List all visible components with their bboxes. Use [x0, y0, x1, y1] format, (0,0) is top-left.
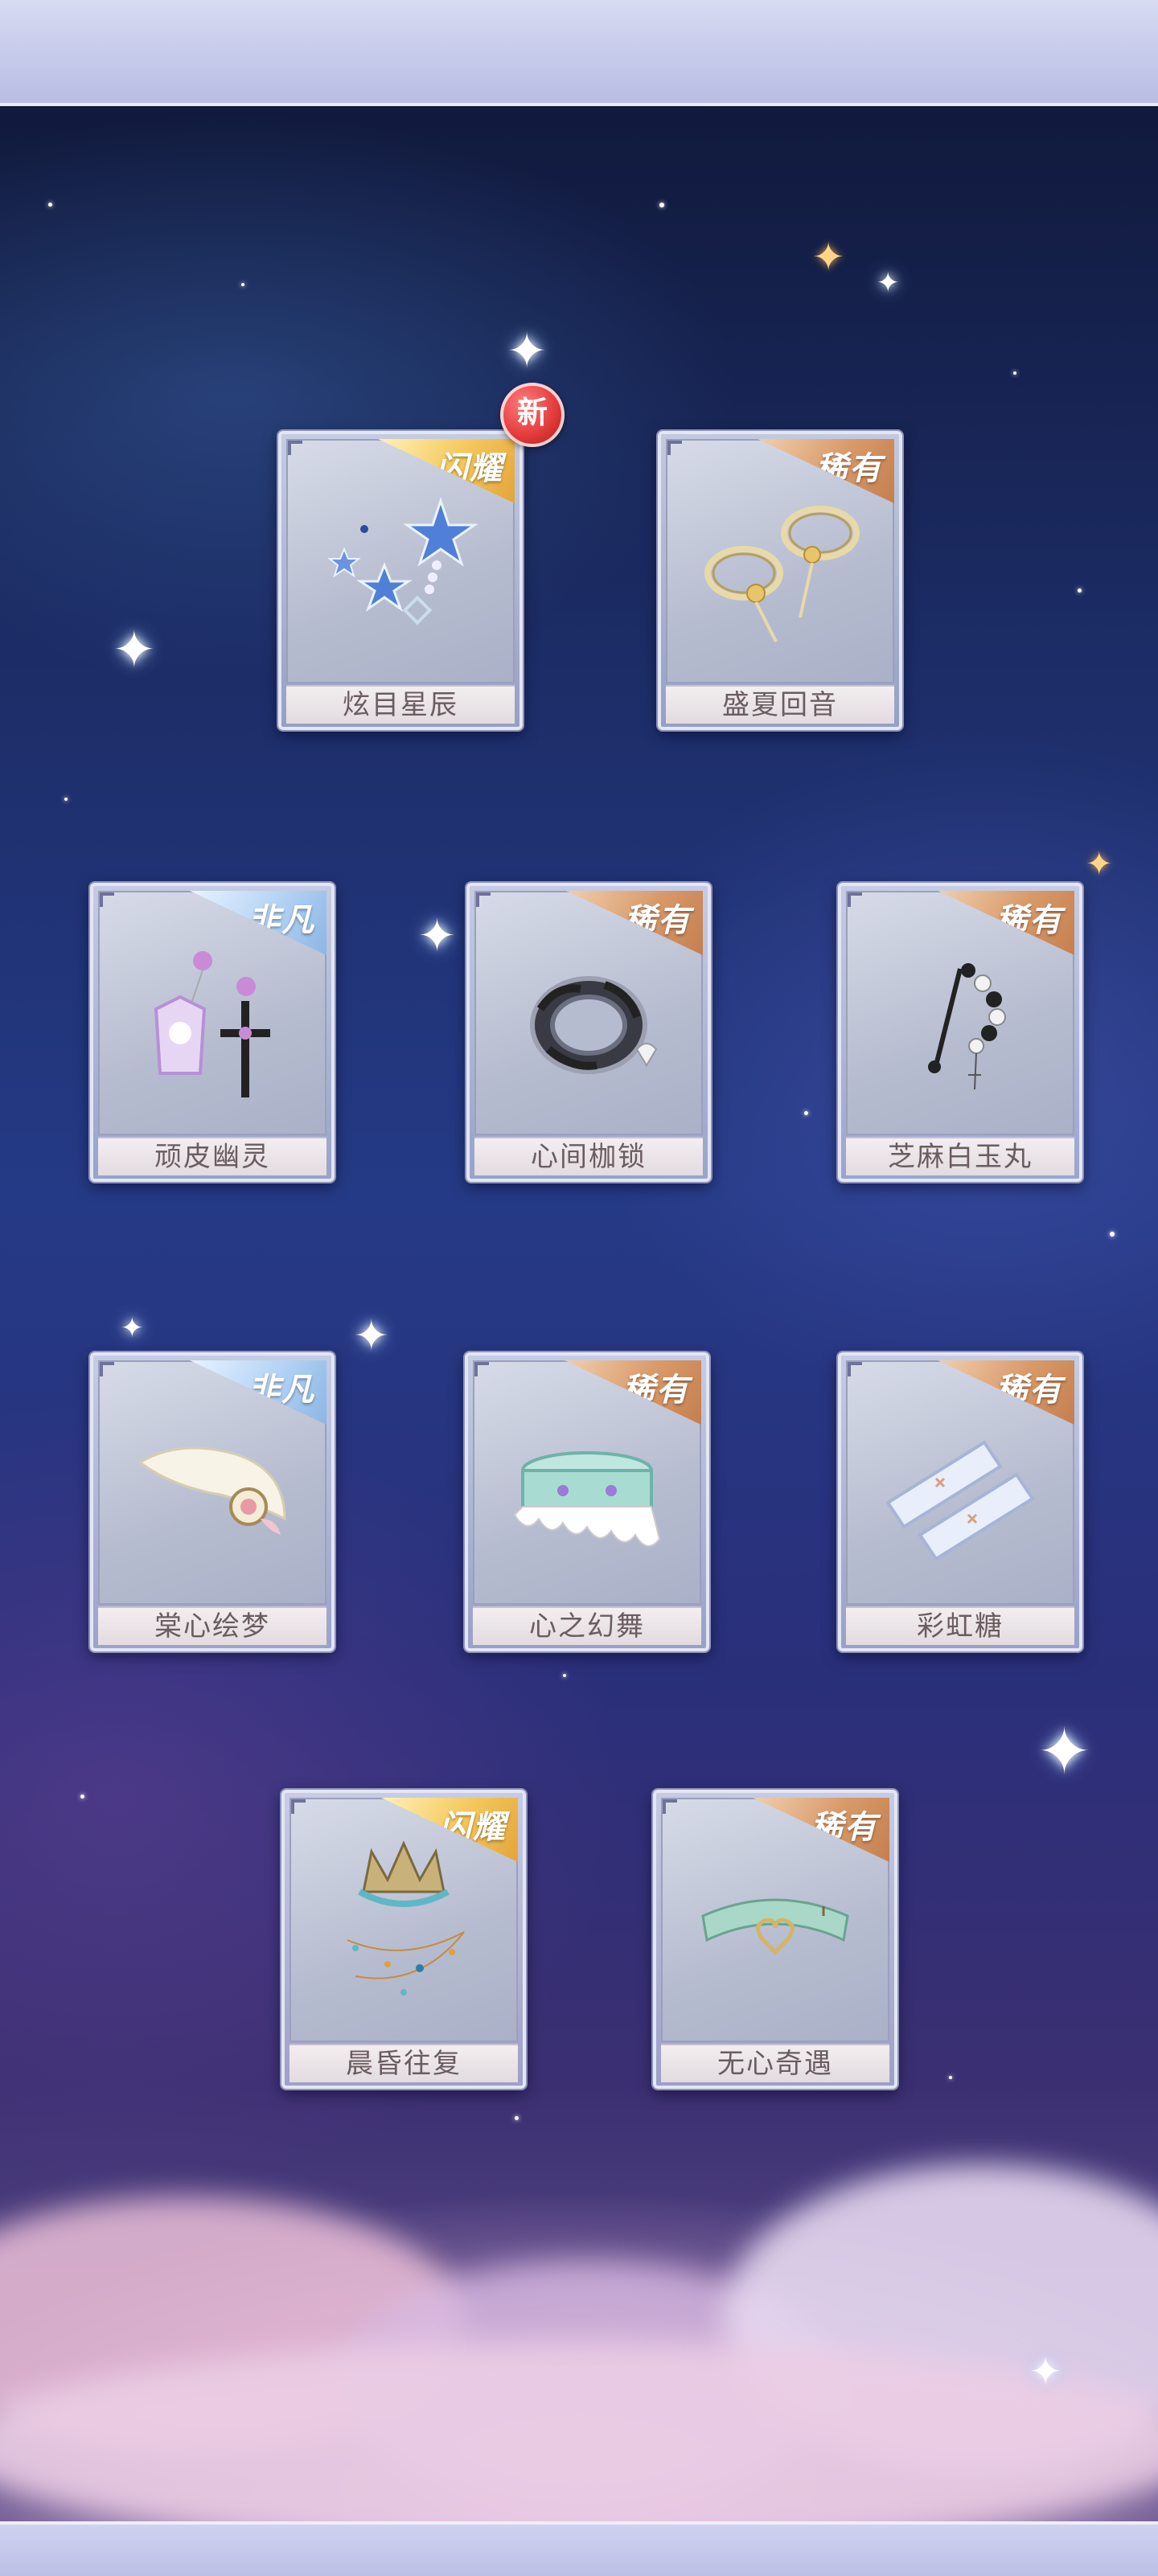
top-frame [0, 0, 1158, 106]
item-name: 心之幻舞 [473, 1606, 701, 1645]
item-name: 无心奇遇 [661, 2044, 889, 2082]
star [48, 203, 52, 207]
item-card[interactable]: 非凡 棠心绘梦 [90, 1352, 335, 1651]
sparkle-icon: ✦ [354, 1312, 389, 1360]
item-name: 心间枷锁 [474, 1137, 703, 1175]
cloud [0, 2341, 1158, 2521]
star [1013, 371, 1016, 375]
item-card[interactable]: 稀有 无心奇遇 [653, 1790, 897, 2089]
star [1110, 1232, 1115, 1237]
sparkle-icon: ✦ [507, 323, 548, 379]
star [515, 2116, 519, 2120]
item-name: 棠心绘梦 [98, 1606, 326, 1645]
item-card[interactable]: 闪耀 炫目星辰 [278, 431, 523, 730]
star [64, 798, 68, 801]
star [659, 203, 664, 207]
sparkle-icon: ✦ [113, 621, 156, 680]
star [563, 1674, 566, 1677]
item-card[interactable]: 稀有 芝麻白玉丸 [838, 883, 1082, 1182]
item-name: 彩虹糖 [846, 1606, 1074, 1645]
star [80, 1795, 84, 1799]
sparkle-icon: ✦ [418, 910, 456, 962]
item-card[interactable]: 非凡 顽皮幽灵 [90, 883, 335, 1182]
item-card[interactable]: 闪耀 晨昏往复 [281, 1790, 526, 2089]
sparkle-icon: ✦ [1037, 1714, 1092, 1789]
star [949, 2076, 952, 2079]
star [1078, 589, 1082, 593]
item-name: 晨昏往复 [290, 2044, 518, 2082]
sparkle-icon: ✦ [121, 1312, 144, 1344]
star [241, 283, 244, 286]
item-name: 盛夏回音 [666, 685, 894, 724]
item-card[interactable]: 稀有 心间枷锁 [466, 883, 711, 1182]
sparkle-icon: ✦ [1086, 846, 1113, 883]
starry-sky-background: ✦ ✦ ✦ ✦ ✦ ✦ ✦ ✦ ✦ ✦ [0, 106, 1158, 2521]
item-name: 顽皮幽灵 [98, 1137, 326, 1175]
item-card[interactable]: 稀有 盛夏回音 [658, 431, 902, 730]
item-card[interactable]: 稀有 彩虹糖 [838, 1352, 1082, 1651]
star [804, 1111, 808, 1115]
sparkle-icon: ✦ [812, 235, 845, 280]
new-badge: 新 [500, 383, 565, 447]
sparkle-icon: ✦ [877, 267, 900, 299]
sparkle-icon: ✦ [1029, 2349, 1062, 2394]
bottom-frame [0, 2521, 1158, 2576]
item-name: 炫目星辰 [286, 685, 515, 724]
item-name: 芝麻白玉丸 [846, 1137, 1074, 1175]
item-card[interactable]: 稀有 心之幻舞 [465, 1352, 709, 1651]
